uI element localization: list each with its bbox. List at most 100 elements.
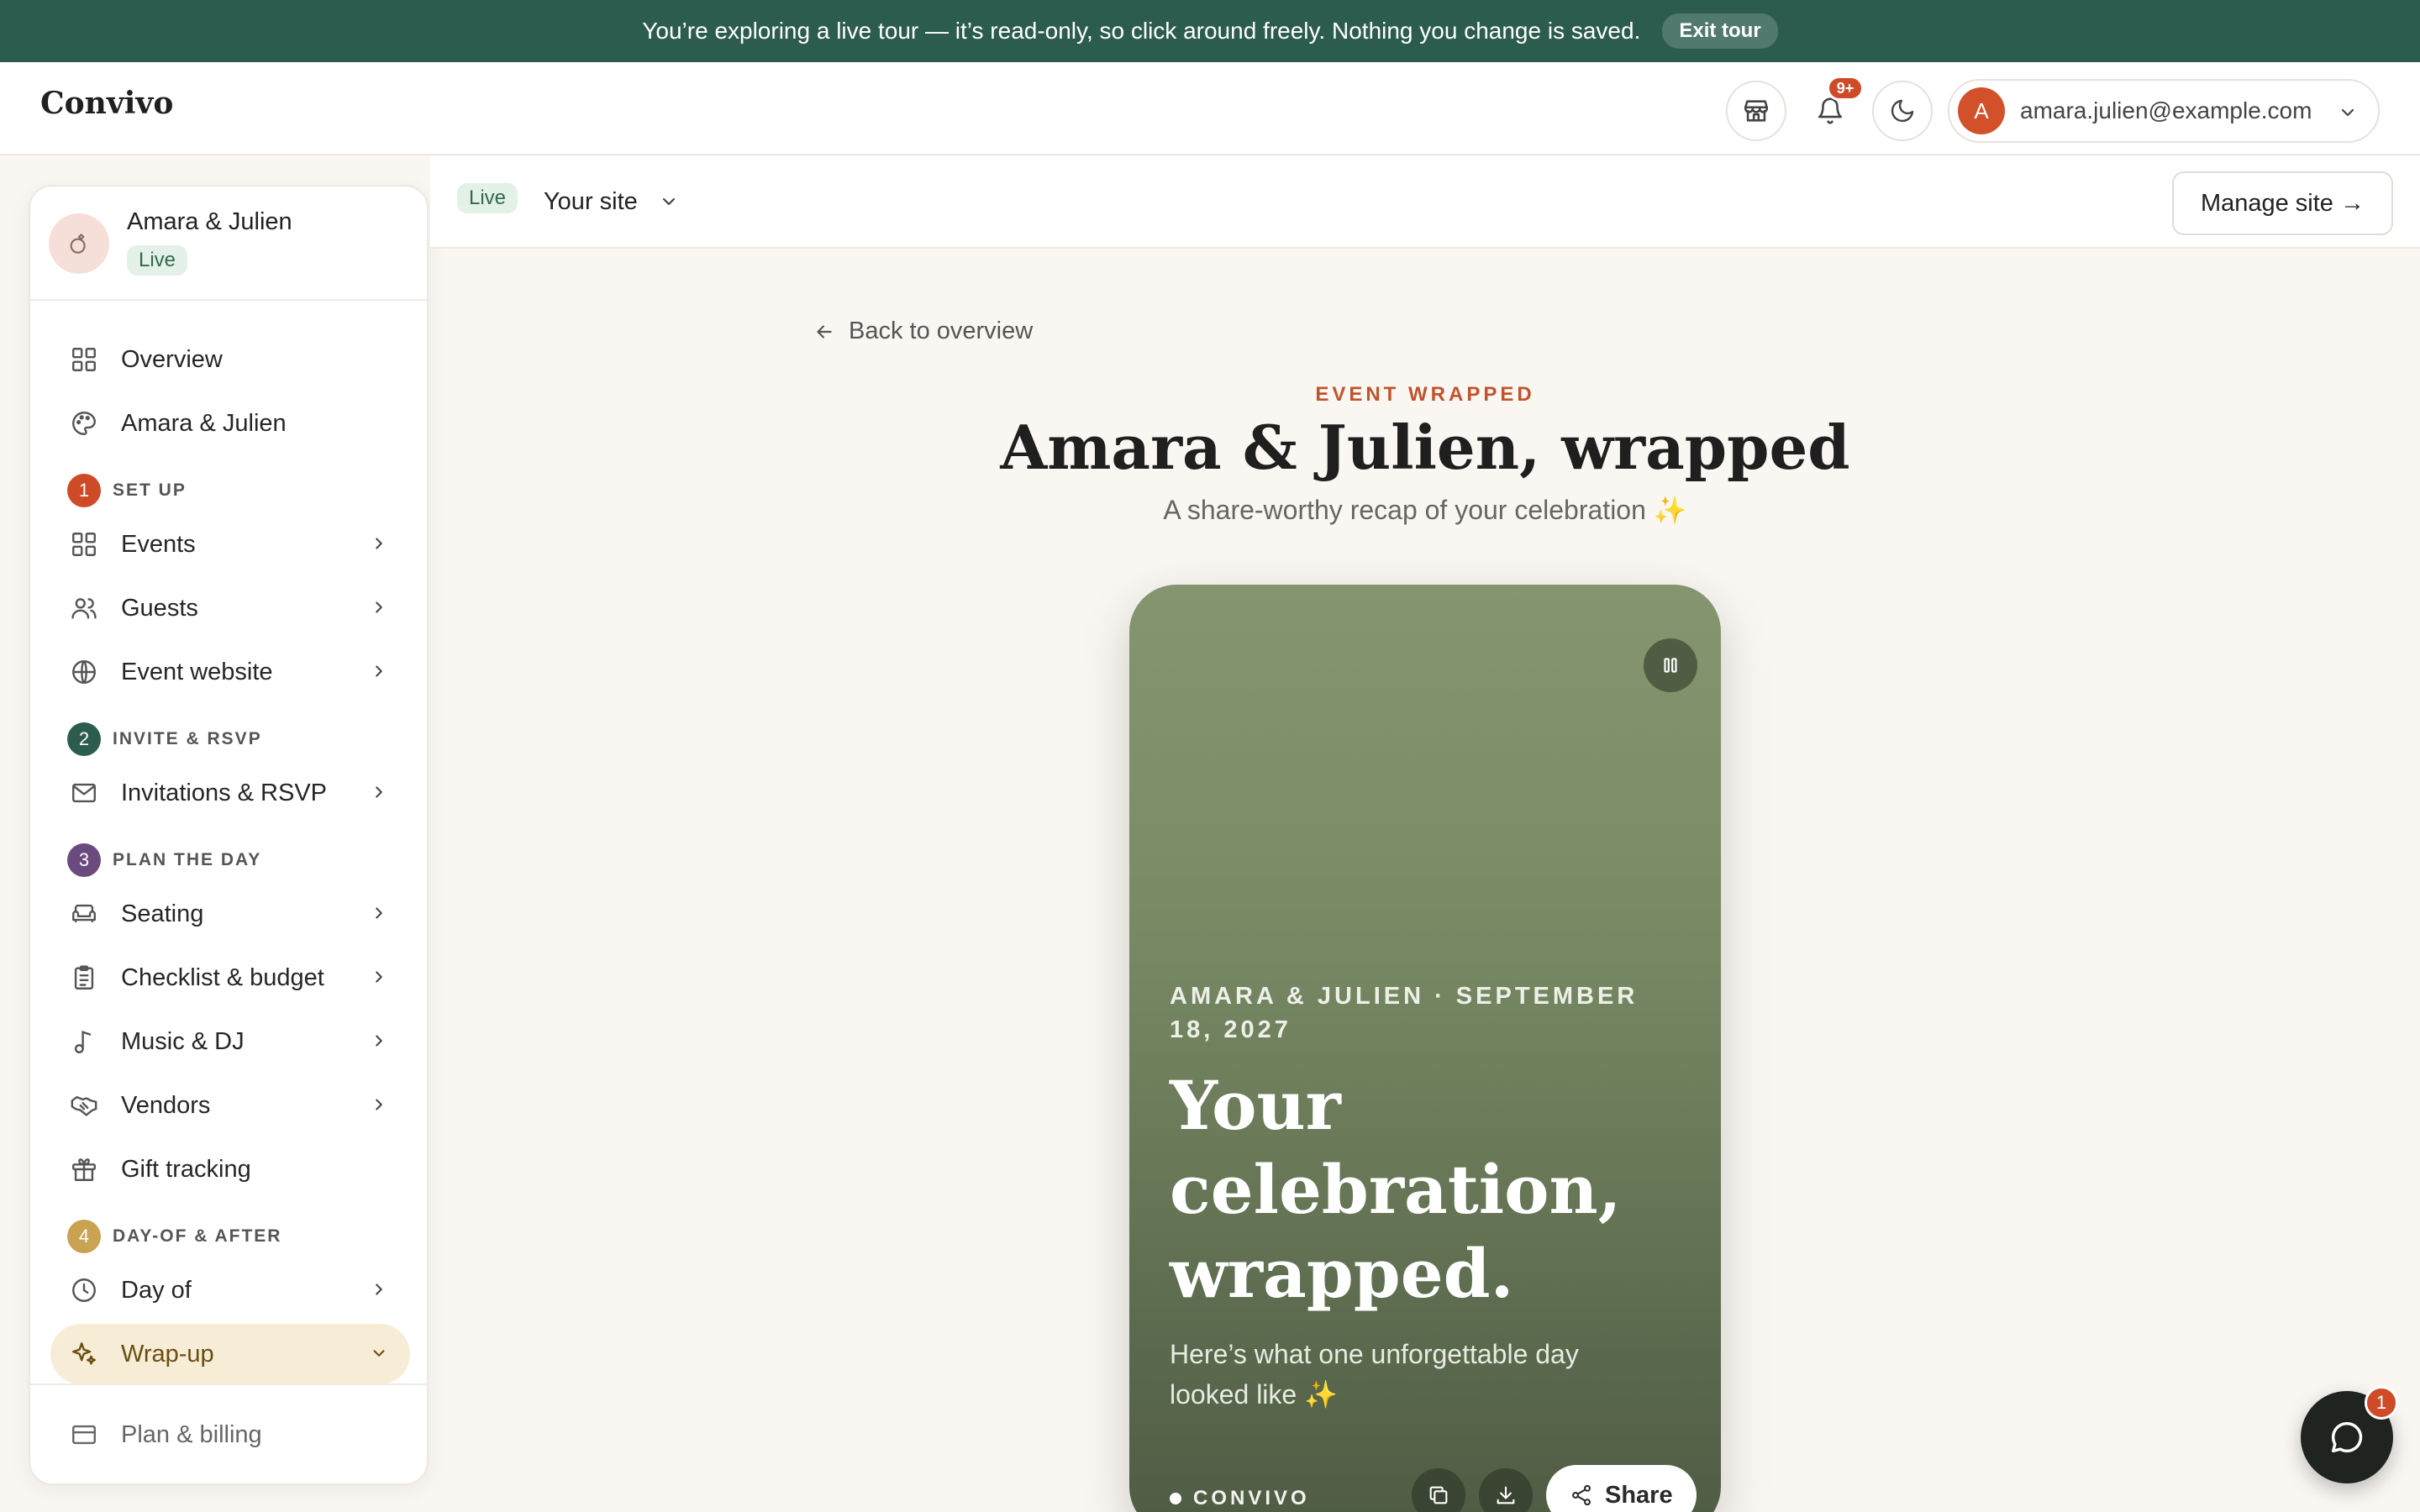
chevron-right-icon — [370, 1032, 388, 1050]
sidebar-item-label: Invitations & RSVP — [121, 779, 327, 806]
page-eyebrow: EVENT WRAPPED — [1315, 383, 1535, 406]
wrapped-story-card: AMARA & JULIEN · SEPTEMBER 18, 2027 Your… — [1129, 585, 1721, 1512]
sidebar-item-label: Vendors — [121, 1091, 211, 1119]
page-subtitle: A share-worthy recap of your celebration… — [1163, 495, 1687, 525]
sidebar-item-guests[interactable]: Guests — [50, 578, 410, 638]
sidebar-item-checklist-budget[interactable]: Checklist & budget — [50, 948, 410, 1008]
sidebar-item-label: Seating — [121, 900, 204, 927]
sidebar-item-theme[interactable]: Amara & Julien — [50, 393, 410, 454]
arrow-left-icon — [813, 321, 835, 343]
chevron-right-icon — [370, 904, 388, 922]
sidebar-item-seating[interactable]: Seating — [50, 884, 410, 944]
sidebar-event-header[interactable]: Amara & Julien Live — [30, 186, 427, 301]
section-header-invite-rsvp: 2 INVITE & RSVP — [67, 722, 262, 756]
section-header-plan-the-day: 3 PLAN THE DAY — [67, 843, 261, 877]
sidebar-item-wrap-up[interactable]: Wrap-up — [50, 1324, 410, 1384]
notifications-badge: 9+ — [1827, 76, 1864, 101]
section-number: 4 — [67, 1220, 101, 1253]
section-title: DAY-OF & AFTER — [113, 1226, 282, 1246]
tour-banner: You’re exploring a live tour — it’s read… — [0, 0, 2420, 62]
account-email: amara.julien@example.com — [2020, 97, 2312, 123]
share-button-label: Share — [1605, 1481, 1673, 1509]
download-icon — [1494, 1483, 1518, 1507]
sidebar: Amara & Julien Live Overview Amara & Jul… — [29, 185, 429, 1485]
sidebar-item-invitations[interactable]: Invitations & RSVP — [50, 763, 410, 823]
sidebar-item-label: Gift tracking — [121, 1155, 251, 1183]
sidebar-item-vendors[interactable]: Vendors — [50, 1075, 410, 1136]
share-button[interactable]: Share — [1546, 1465, 1697, 1512]
chat-icon — [2328, 1418, 2366, 1457]
share-icon — [1570, 1483, 1593, 1507]
back-to-overview-link[interactable]: Back to overview — [813, 318, 1033, 345]
logo[interactable]: Convivo — [40, 86, 173, 121]
download-button[interactable] — [1479, 1468, 1533, 1512]
sidebar-item-event-website[interactable]: Event website — [50, 642, 410, 702]
card-meta: AMARA & JULIEN · SEPTEMBER 18, 2027 — [1170, 983, 1639, 1043]
chevron-down-icon — [2338, 102, 2358, 123]
chevron-right-icon — [370, 534, 388, 553]
section-number: 1 — [67, 474, 101, 507]
copy-icon — [1427, 1483, 1450, 1507]
sidebar-item-plan-billing[interactable]: Plan & billing — [50, 1404, 410, 1465]
chevron-right-icon — [370, 598, 388, 617]
sidebar-item-label: Amara & Julien — [121, 409, 287, 437]
mail-icon — [69, 778, 99, 808]
sidebar-item-label: Plan & billing — [121, 1420, 262, 1448]
chevron-right-icon — [370, 1280, 388, 1299]
clock-icon — [69, 1275, 99, 1305]
chevron-down-icon[interactable] — [659, 192, 679, 212]
sidebar-item-label: Overview — [121, 345, 223, 373]
site-bar: Live Your site Manage site → — [430, 156, 2420, 249]
chevron-right-icon — [370, 662, 388, 680]
manage-site-button[interactable]: Manage site → — [2171, 171, 2393, 235]
sidebar-item-gift-tracking[interactable]: Gift tracking — [50, 1139, 410, 1200]
card-body: Here’s what one unforgettable day looked… — [1170, 1339, 1579, 1410]
theme-toggle-button[interactable] — [1872, 81, 1933, 141]
sidebar-item-music-dj[interactable]: Music & DJ — [50, 1011, 410, 1072]
users-icon — [69, 593, 99, 623]
sidebar-item-label: Day of — [121, 1276, 192, 1304]
section-title: SET UP — [113, 480, 187, 500]
card-brand-label: CONVIVO — [1193, 1487, 1310, 1509]
globe-icon — [69, 657, 99, 687]
back-link-label: Back to overview — [849, 318, 1034, 344]
sidebar-divider — [30, 1383, 427, 1385]
section-header-day-of-after: 4 DAY-OF & AFTER — [67, 1220, 281, 1253]
brand-dot — [1170, 1493, 1181, 1504]
sidebar-item-events[interactable]: Events — [50, 514, 410, 575]
avatar: A — [1958, 87, 2005, 134]
event-name: Amara & Julien — [127, 208, 292, 235]
pause-button[interactable] — [1644, 638, 1697, 692]
section-header-set-up: 1 SET UP — [67, 474, 187, 507]
grid-icon — [69, 529, 99, 559]
bell-icon — [1816, 97, 1844, 125]
copy-button[interactable] — [1412, 1468, 1465, 1512]
chevron-right-icon — [370, 968, 388, 986]
palette-icon — [69, 408, 99, 438]
chevron-right-icon — [370, 1095, 388, 1114]
chevron-down-icon — [370, 1344, 388, 1362]
status-badge: Live — [127, 245, 188, 276]
site-selector[interactable]: Your site — [544, 188, 638, 216]
section-title: INVITE & RSVP — [113, 729, 262, 748]
handshake-icon — [69, 1090, 99, 1121]
chevron-right-icon — [370, 783, 388, 801]
grid-icon — [69, 344, 99, 375]
sparkles-icon — [69, 1339, 99, 1369]
card-headline: Your celebration, wrapped. — [1170, 1066, 1622, 1313]
account-menu[interactable]: A amara.julien@example.com — [1948, 79, 2380, 143]
pause-icon — [1660, 654, 1681, 676]
music-note-icon — [69, 1026, 99, 1057]
chat-unread-badge: 1 — [2365, 1386, 2398, 1420]
site-status-badge: Live — [457, 183, 518, 213]
sidebar-item-overview[interactable]: Overview — [50, 329, 410, 390]
sidebar-item-label: Music & DJ — [121, 1027, 245, 1055]
sidebar-item-day-of[interactable]: Day of — [50, 1260, 410, 1320]
moon-icon — [1889, 97, 1916, 124]
ring-icon — [49, 213, 109, 274]
sidebar-item-label: Events — [121, 530, 196, 558]
section-number: 3 — [67, 843, 101, 877]
section-number: 2 — [67, 722, 101, 756]
storefront-button[interactable] — [1726, 81, 1786, 141]
exit-tour-button[interactable]: Exit tour — [1662, 13, 1778, 49]
